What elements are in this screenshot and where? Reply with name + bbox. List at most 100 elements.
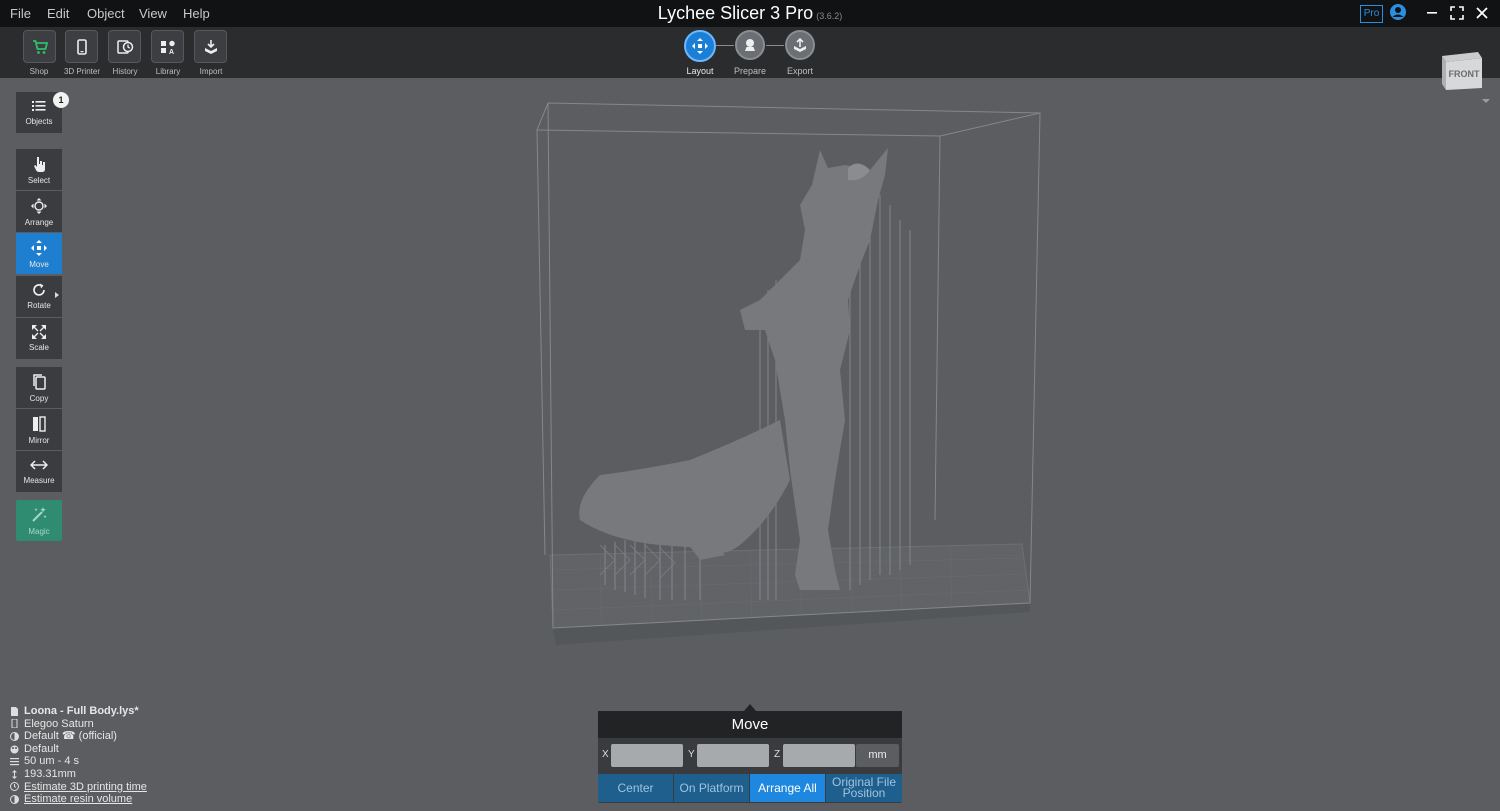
scale-button[interactable]: Scale <box>16 318 62 359</box>
step-prepare[interactable] <box>735 30 765 60</box>
info-printer-row: Elegoo Saturn <box>10 718 147 731</box>
estimate-resin-link[interactable]: Estimate resin volume <box>24 793 132 806</box>
magic-wand-icon <box>32 507 47 522</box>
unit-selector[interactable]: mm <box>856 744 899 767</box>
estimate-time-link[interactable]: Estimate 3D printing time <box>24 781 147 794</box>
move-arrows-icon <box>692 38 708 54</box>
view-cube-front-label: FRONT <box>1449 69 1480 79</box>
select-label: Select <box>27 176 51 185</box>
info-file-row: Loona - Full Body.lys* <box>10 705 147 718</box>
move-label: Move <box>29 260 49 269</box>
volume-icon <box>10 794 19 804</box>
x-axis-label: X <box>602 749 609 760</box>
cart-icon <box>32 39 48 54</box>
rotate-label: Rotate <box>27 301 51 310</box>
move-tool-button[interactable]: Move <box>16 233 62 274</box>
mirror-label: Mirror <box>28 436 50 445</box>
clock-icon <box>10 782 19 792</box>
info-profile-row: Default <box>10 743 147 756</box>
phone-printer-icon <box>76 38 87 55</box>
step-export[interactable] <box>785 30 815 60</box>
z-axis-label: Z <box>774 749 781 760</box>
shop-button[interactable] <box>23 30 56 63</box>
minimize-icon[interactable] <box>1422 3 1446 23</box>
y-axis-label: Y <box>688 749 695 760</box>
copy-icon <box>33 374 46 390</box>
step-export-label: Export <box>786 66 813 76</box>
viewport-scene[interactable] <box>0 78 1500 711</box>
select-button[interactable]: Select <box>16 149 62 190</box>
move-panel-title: Move <box>598 711 902 738</box>
objects-count-badge: 1 <box>53 92 69 108</box>
printer-name: Elegoo Saturn <box>24 717 94 730</box>
title-bar: File Edit Object View Help Lychee Slicer… <box>0 0 1500 27</box>
main-toolbar: Shop 3D Printer History A Library Import… <box>0 27 1500 78</box>
measure-button[interactable]: Measure <box>16 451 62 492</box>
view-cube[interactable]: FRONT <box>1440 50 1484 90</box>
maximize-icon[interactable] <box>1447 3 1471 23</box>
scale-label: Scale <box>28 343 49 352</box>
original-position-button[interactable]: Original File Position <box>826 774 902 802</box>
copy-button[interactable]: Copy <box>16 367 62 408</box>
info-resin-volume-row[interactable]: Estimate resin volume <box>10 793 147 806</box>
magic-label: Magic <box>28 527 50 536</box>
mirror-button[interactable]: Mirror <box>16 409 62 450</box>
arrange-label: Arrange <box>24 218 54 227</box>
model-height: 193.31mm <box>24 767 76 780</box>
app-version: (3.6.2) <box>816 11 843 21</box>
copy-label: Copy <box>29 394 49 403</box>
step-connector <box>716 45 734 46</box>
info-height-row: 193.31mm <box>10 768 147 781</box>
view-cube-dropdown-icon[interactable] <box>1482 99 1490 103</box>
y-position-input[interactable] <box>697 744 769 767</box>
export-icon <box>794 37 806 52</box>
on-platform-button[interactable]: On Platform <box>674 774 749 802</box>
scale-icon <box>32 325 46 339</box>
profile-name: Default <box>24 742 59 755</box>
history-icon <box>116 39 133 54</box>
rotate-icon <box>33 283 45 296</box>
pro-badge[interactable]: Pro <box>1360 5 1383 23</box>
x-position-input[interactable] <box>611 744 683 767</box>
layer-settings: 50 um - 4 s <box>24 755 80 768</box>
file-icon <box>11 706 18 716</box>
library-icon: A <box>160 40 175 56</box>
move-icon <box>31 240 47 256</box>
printer-button[interactable] <box>65 30 98 63</box>
pointer-hand-icon <box>34 157 45 172</box>
library-button[interactable]: A <box>151 30 184 63</box>
arrange-all-button[interactable]: Arrange All <box>750 774 825 802</box>
move-panel: Move X Y Z mm Center On Platform Arrange… <box>598 711 902 803</box>
resin-name: Default ☎ (official) <box>24 730 117 743</box>
supports-icon <box>745 39 755 51</box>
import-label: Import <box>199 67 223 76</box>
magic-button[interactable]: Magic <box>16 500 62 541</box>
measure-label: Measure <box>23 476 55 485</box>
rotate-submenu-icon[interactable] <box>55 292 59 298</box>
arrange-icon <box>31 198 47 214</box>
import-icon <box>204 39 217 54</box>
center-button[interactable]: Center <box>598 774 673 802</box>
arrange-button[interactable]: Arrange <box>16 191 62 232</box>
build-platform <box>549 543 1031 645</box>
z-position-input[interactable] <box>783 744 855 767</box>
import-button[interactable] <box>194 30 227 63</box>
printer-icon <box>11 719 18 729</box>
original-position-line2: Position <box>842 786 886 800</box>
palette-icon <box>10 745 19 754</box>
objects-label: Objects <box>25 117 53 126</box>
resin-icon <box>10 731 19 741</box>
app-name: Lychee Slicer 3 Pro <box>657 3 814 23</box>
list-icon <box>32 101 46 111</box>
height-icon <box>12 769 17 779</box>
layers-icon <box>10 758 19 766</box>
file-name: Loona - Full Body.lys* <box>24 705 139 717</box>
step-layout[interactable] <box>684 30 716 62</box>
info-time-row[interactable]: Estimate 3D printing time <box>10 781 147 794</box>
account-icon[interactable] <box>1389 3 1413 23</box>
close-icon[interactable] <box>1472 3 1496 23</box>
info-resin-row: Default ☎ (official) <box>10 730 147 743</box>
info-layer-row: 50 um - 4 s <box>10 755 147 768</box>
history-button[interactable] <box>108 30 141 63</box>
step-connector <box>766 45 784 46</box>
